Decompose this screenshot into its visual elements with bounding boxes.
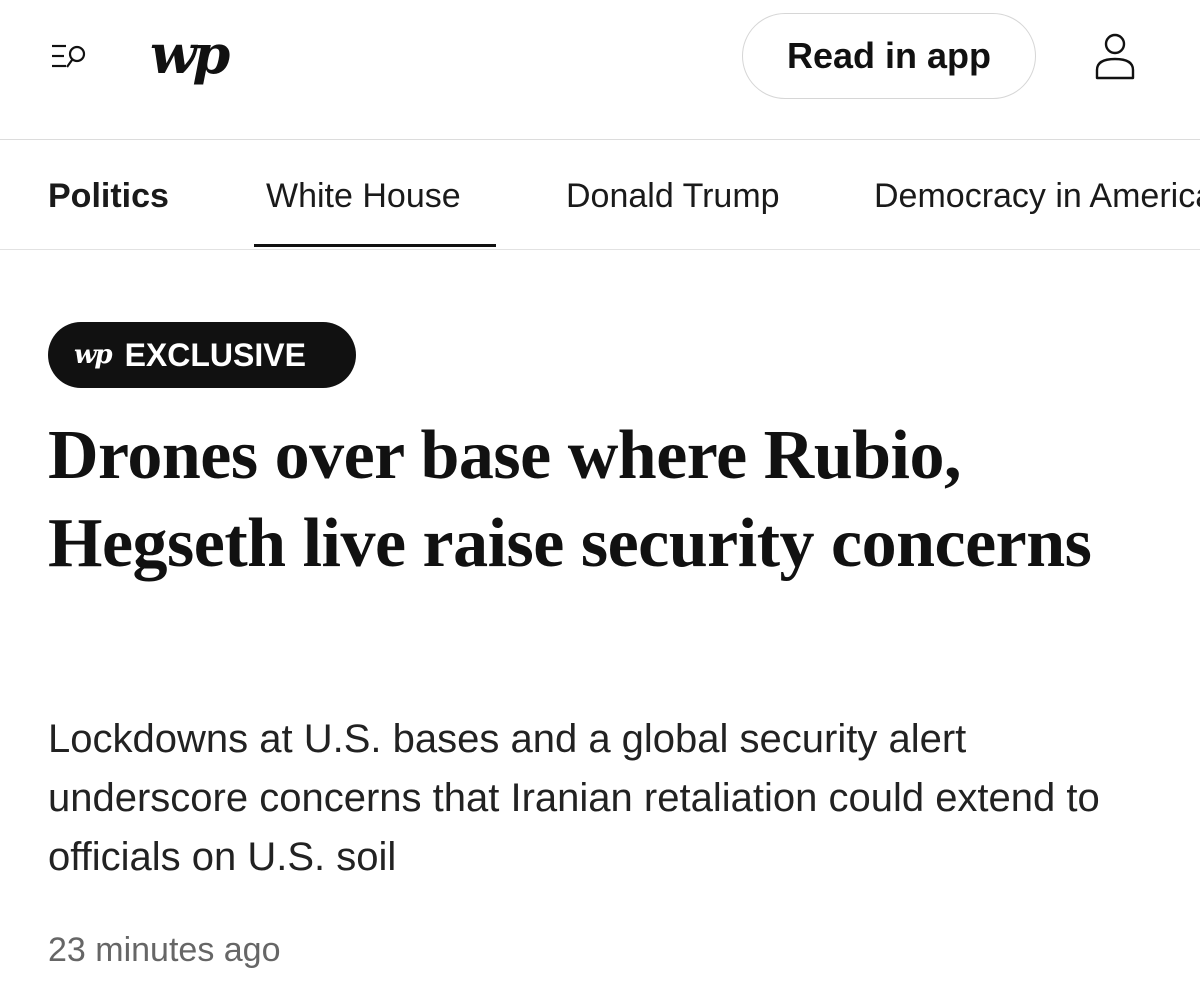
user-icon[interactable]: [1092, 30, 1138, 82]
top-header: wp Read in app: [0, 0, 1200, 140]
badge-label: EXCLUSIVE: [124, 336, 306, 373]
exclusive-badge: wp EXCLUSIVE: [48, 322, 356, 388]
article-headline[interactable]: Drones over base where Rubio, Hegseth li…: [48, 412, 1158, 588]
nav-item-donald-trump[interactable]: Donald Trump: [566, 176, 780, 216]
menu-search-icon[interactable]: [50, 36, 98, 76]
read-in-app-button[interactable]: Read in app: [742, 13, 1036, 99]
badge-wp-logo: wp: [74, 340, 113, 370]
nav-item-politics[interactable]: Politics: [48, 176, 169, 216]
washington-post-logo[interactable]: wp: [150, 24, 230, 84]
article-dek: Lockdowns at U.S. bases and a global sec…: [48, 717, 1100, 879]
section-nav: Politics White House Donald Trump Democr…: [0, 140, 1200, 250]
article-timestamp: 23 minutes ago: [48, 931, 281, 969]
nav-item-white-house[interactable]: White House: [266, 176, 461, 216]
nav-item-democracy-in-america[interactable]: Democracy in America: [874, 176, 1200, 216]
active-tab-underline: [254, 244, 496, 247]
